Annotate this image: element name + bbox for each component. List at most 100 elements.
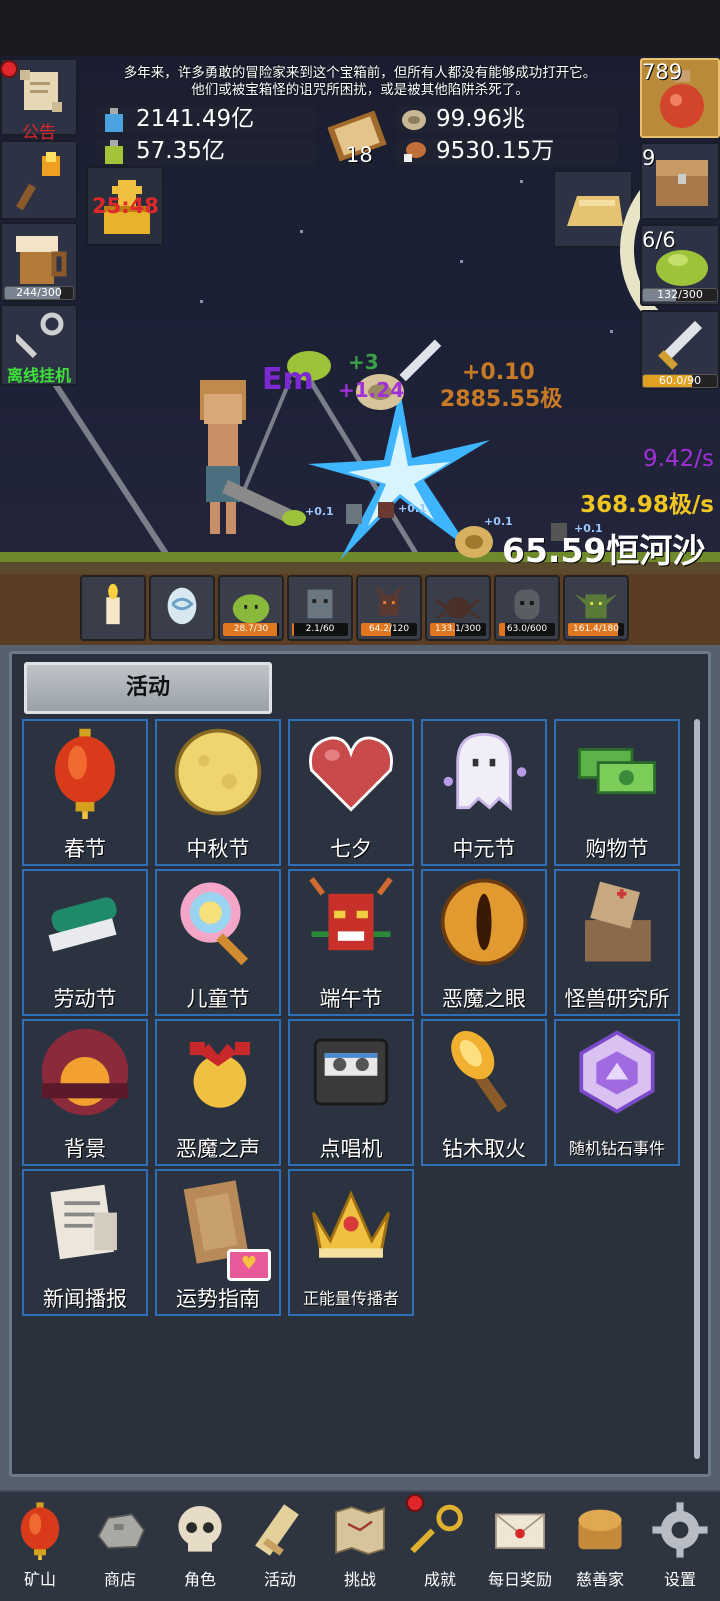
nav-ore[interactable]: 商店 xyxy=(80,1492,160,1601)
torch-stick-icon xyxy=(423,1021,545,1133)
nav-reddot xyxy=(406,1494,424,1512)
bell-icon xyxy=(157,1021,279,1133)
nav-bread[interactable]: 慈善家 xyxy=(560,1492,640,1601)
boss-label: Em xyxy=(262,362,314,397)
activity-card-label: 随机钻石事件 xyxy=(568,1139,665,1158)
green-potion-value: 57.35亿 xyxy=(136,138,225,164)
panel-scrollbar[interactable] xyxy=(694,719,700,1459)
demon-eye-icon xyxy=(423,871,545,983)
monster-slot-ghost[interactable]: 63.0/600 xyxy=(494,575,560,641)
offline-idle-button[interactable]: 离线挂机 xyxy=(0,304,78,386)
activity-card-label: 怪兽研究所 xyxy=(564,987,670,1011)
activity-card[interactable]: 正能量传播者 xyxy=(288,1169,414,1316)
sunset-icon xyxy=(24,1021,146,1133)
bottom-nav: 矿山 商店 角色 活动 挑战 成就 每日奖励 慈善家 设置 xyxy=(0,1490,720,1601)
activity-card[interactable]: 运势指南 ♥ xyxy=(155,1169,281,1316)
monster-progress-bar: 133.1/300 xyxy=(430,623,486,636)
monster-progress-text: 64.2/120 xyxy=(368,624,410,634)
sword-button[interactable]: 60.0/90 xyxy=(640,310,720,390)
activity-card-label: 端午节 xyxy=(319,987,383,1011)
treasure-timer: 25:48 xyxy=(92,194,159,218)
slime-progress-text: 132/300 xyxy=(657,288,703,301)
cassette-icon xyxy=(290,1021,412,1133)
activity-card[interactable]: 钻木取火 xyxy=(421,1019,547,1166)
rate-purple: 9.42/s xyxy=(643,446,714,472)
monster-slot-spider[interactable]: 133.1/300 xyxy=(425,575,491,641)
story-line-1: 多年来，许多勇敢的冒险家来到这个宝箱前，但所有人都没有能够成功打开它。 xyxy=(123,65,597,81)
story-text: 多年来，许多勇敢的冒险家来到这个宝箱前，但所有人都没有能够成功打开它。 他们或被… xyxy=(80,65,640,99)
activity-card[interactable]: 随机钻石事件 xyxy=(554,1019,680,1166)
slime-count: 6/6 xyxy=(642,228,676,252)
nav-label: 设置 xyxy=(663,1570,696,1589)
activity-card[interactable]: 七夕 xyxy=(288,719,414,866)
nav-letter[interactable]: 每日奖励 xyxy=(480,1492,560,1601)
dragon-mask-icon xyxy=(290,871,412,983)
meat-resource: 9530.15万 xyxy=(396,138,618,165)
blue-potion-resource: 2141.49亿 xyxy=(96,106,316,133)
torch-button[interactable] xyxy=(0,140,78,220)
monster-progress-fill xyxy=(292,623,294,636)
monster-progress-bar: 2.1/60 xyxy=(292,623,348,636)
monster-slot-bat[interactable]: 64.2/120 xyxy=(356,575,422,641)
lollipop-icon xyxy=(157,871,279,983)
monster-slot-green-slime[interactable]: 28.7/30 xyxy=(218,575,284,641)
money-icon xyxy=(556,721,678,833)
activity-card[interactable]: 恶魔之声 xyxy=(155,1019,281,1166)
activity-card[interactable]: 新闻播报 xyxy=(22,1169,148,1316)
activity-card-label: 正能量传播者 xyxy=(302,1289,399,1308)
meat-icon xyxy=(404,142,426,162)
slime-button[interactable]: 6/6 132/300 xyxy=(640,224,720,306)
nav-map[interactable]: 挑战 xyxy=(320,1492,400,1601)
monster-progress-text: 2.1/60 xyxy=(305,624,335,634)
torch-icon xyxy=(16,152,60,211)
activity-card[interactable]: 恶魔之眼 xyxy=(421,869,547,1016)
monster-slot-zombie[interactable]: 2.1/60 xyxy=(287,575,353,641)
nav-label: 挑战 xyxy=(343,1570,376,1589)
activity-card[interactable]: 点唱机 xyxy=(288,1019,414,1166)
beer-button[interactable]: 244/300 xyxy=(0,222,78,302)
activity-card[interactable]: 背景 xyxy=(22,1019,148,1166)
activity-card-label: 七夕 xyxy=(330,837,372,861)
activity-card[interactable]: 购物节 xyxy=(554,719,680,866)
diamond-icon xyxy=(556,1021,678,1133)
activity-card[interactable]: 端午节 xyxy=(288,869,414,1016)
monster-progress-bar: 63.0/600 xyxy=(499,623,555,636)
letter-icon xyxy=(490,1500,550,1560)
monster-slot-candle[interactable] xyxy=(80,575,146,641)
nav-label: 每日奖励 xyxy=(487,1570,552,1589)
coin-resource: 99.96兆 xyxy=(396,106,618,133)
nav-key[interactable]: 成就 xyxy=(400,1492,480,1601)
activity-card[interactable]: 春节 xyxy=(22,719,148,866)
blue-potion-value: 2141.49亿 xyxy=(136,106,255,132)
activity-card-label: 购物节 xyxy=(585,837,649,861)
chest-button[interactable]: 9 xyxy=(640,142,720,220)
crown-icon xyxy=(290,1171,412,1283)
monster-progress-text: 161.4/180 xyxy=(573,624,619,634)
activity-card-label: 钻木取火 xyxy=(442,1137,526,1161)
monster-strip: 28.7/30 2.1/60 64.2/120 133.1/300 63.0/600 16… xyxy=(80,575,636,641)
activity-card[interactable]: 儿童节 xyxy=(155,869,281,1016)
sword-icon xyxy=(658,320,703,370)
beer-progress-bar: 244/300 xyxy=(4,286,74,300)
activity-card[interactable]: 劳动节 xyxy=(22,869,148,1016)
nav-skull[interactable]: 角色 xyxy=(160,1492,240,1601)
panel-title[interactable]: 活动 xyxy=(24,662,272,714)
treasure-timer-button[interactable]: 25:48 xyxy=(86,166,164,246)
activity-card[interactable]: 中秋节 xyxy=(155,719,281,866)
monster-slot-goblin[interactable]: 161.4/180 xyxy=(563,575,629,641)
nav-lantern[interactable]: 矿山 xyxy=(0,1492,80,1601)
activity-card[interactable]: 中元节 xyxy=(421,719,547,866)
nav-scroll[interactable]: 活动 xyxy=(240,1492,320,1601)
newspaper-icon xyxy=(24,1171,146,1283)
scroll-icon xyxy=(20,70,62,112)
book-count: 18 xyxy=(346,143,373,167)
monster-slot-egg[interactable] xyxy=(149,575,215,641)
slime-progress-bar: 132/300 xyxy=(642,288,718,302)
monster-progress-bar: 28.7/30 xyxy=(223,623,279,636)
nav-label: 活动 xyxy=(263,1570,296,1589)
coin-total: 65.59恒河沙 xyxy=(502,531,706,570)
activity-card[interactable]: 怪兽研究所 xyxy=(554,869,680,1016)
potion-button[interactable]: 789 xyxy=(640,58,720,138)
game-scene: 多年来，许多勇敢的冒险家来到这个宝箱前，但所有人都没有能够成功打开它。 他们或被… xyxy=(0,0,720,645)
nav-gear[interactable]: 设置 xyxy=(640,1492,720,1601)
